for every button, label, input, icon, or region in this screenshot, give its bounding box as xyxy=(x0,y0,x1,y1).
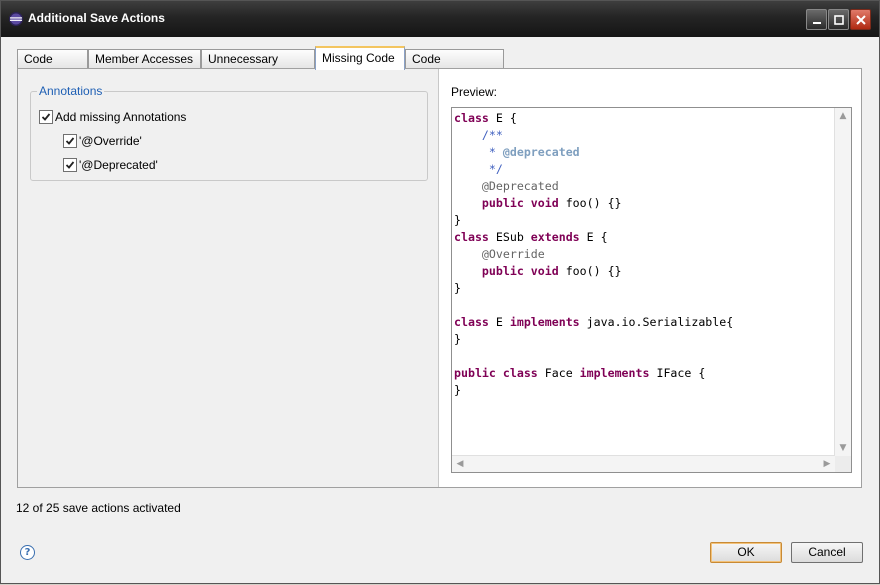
checkmark-icon xyxy=(65,161,75,169)
tab-missing-code[interactable]: Missing Code xyxy=(315,46,405,70)
scroll-up-icon[interactable]: ▲ xyxy=(836,109,850,123)
code-token: @deprecated xyxy=(502,145,580,159)
code-line: public class Face implements IFace { xyxy=(454,366,706,380)
code-token: public xyxy=(481,196,524,210)
code-token: void xyxy=(530,264,559,278)
scroll-corner xyxy=(835,456,851,472)
help-icon[interactable]: ? xyxy=(20,545,35,560)
scroll-left-icon[interactable]: ◀ xyxy=(453,457,467,471)
code-line: } xyxy=(454,281,461,295)
tab-label: Member Accesses xyxy=(95,52,194,66)
status-text: 12 of 25 save actions activated xyxy=(16,501,181,515)
checkbox-label: '@Deprecated' xyxy=(79,158,158,172)
tab-code-style[interactable]: Code Style xyxy=(17,49,88,85)
minimize-icon xyxy=(812,22,821,24)
window-title: Additional Save Actions xyxy=(28,11,165,25)
code-token: /** xyxy=(481,128,503,142)
code-line: } xyxy=(454,213,461,227)
code-line: public void foo() {} xyxy=(481,196,622,210)
code-line: } xyxy=(454,383,461,397)
code-token: class xyxy=(502,366,538,380)
vertical-scrollbar[interactable]: ▲ ▼ xyxy=(834,108,851,456)
code-token: extends xyxy=(530,230,580,244)
tab-label: Missing Code xyxy=(322,51,395,65)
code-token: */ xyxy=(454,162,503,176)
code-line: * @deprecated xyxy=(454,145,580,159)
code-line: */ xyxy=(454,162,503,176)
code-line: public void foo() {} xyxy=(481,264,622,278)
tab-panel: Annotations Add missing Annotations '@Ov… xyxy=(17,68,862,488)
close-icon xyxy=(855,15,866,25)
preview-label: Preview: xyxy=(451,85,498,99)
annotations-group: Annotations Add missing Annotations '@Ov… xyxy=(30,84,428,181)
dialog-window: Additional Save Actions Code Style Membe… xyxy=(0,0,880,584)
code-token: class xyxy=(454,111,489,125)
code-preview[interactable]: class E { /** * @deprecated */ @Deprecat… xyxy=(454,110,834,453)
code-token: void xyxy=(530,196,559,210)
minimize-button[interactable] xyxy=(806,9,827,30)
cancel-button[interactable]: Cancel xyxy=(791,542,863,563)
pane-divider[interactable] xyxy=(438,69,439,487)
eclipse-icon xyxy=(9,12,23,26)
checkmark-icon xyxy=(65,137,75,145)
checkbox-box[interactable] xyxy=(63,158,77,172)
close-button[interactable] xyxy=(850,9,871,30)
code-token: implements xyxy=(509,315,580,329)
code-token: @Deprecated xyxy=(481,179,559,193)
tab-member-accesses[interactable]: Member Accesses xyxy=(88,49,201,69)
checkbox-label: '@Override' xyxy=(79,134,142,148)
options-pane: Annotations Add missing Annotations '@Ov… xyxy=(18,69,438,487)
horizontal-scrollbar[interactable]: ◀ ▶ xyxy=(452,455,835,472)
preview-editor[interactable]: class E { /** * @deprecated */ @Deprecat… xyxy=(451,107,852,473)
code-token: public xyxy=(481,264,524,278)
maximize-icon xyxy=(833,15,844,25)
tab-unnecessary-code[interactable]: Unnecessary Code xyxy=(201,49,315,85)
title-bar[interactable]: Additional Save Actions xyxy=(1,1,879,37)
ok-button[interactable]: OK xyxy=(710,542,782,563)
code-token: implements xyxy=(579,366,650,380)
code-line: /** xyxy=(454,128,503,142)
checkbox-label: Add missing Annotations xyxy=(55,110,187,124)
group-title: Annotations xyxy=(37,84,105,98)
checkmark-icon xyxy=(41,113,51,121)
checkbox-box[interactable] xyxy=(39,110,53,124)
code-token: public xyxy=(454,366,496,380)
code-token: * xyxy=(454,145,503,159)
tab-code-organizing[interactable]: Code Organizing xyxy=(405,49,504,85)
code-line: class E implements java.io.Serializable{ xyxy=(454,315,734,329)
code-line: class E { xyxy=(454,111,517,125)
code-line: class ESub extends E { xyxy=(454,230,608,244)
code-token: @Override xyxy=(481,247,545,261)
code-token: class xyxy=(454,315,489,329)
scroll-down-icon[interactable]: ▼ xyxy=(836,441,850,455)
scroll-right-icon[interactable]: ▶ xyxy=(820,457,834,471)
maximize-button[interactable] xyxy=(828,9,849,30)
code-line: @Override xyxy=(454,247,545,261)
checkbox-box[interactable] xyxy=(63,134,77,148)
code-token: class xyxy=(454,230,489,244)
code-line: @Deprecated xyxy=(454,179,559,193)
code-line: } xyxy=(454,332,461,346)
